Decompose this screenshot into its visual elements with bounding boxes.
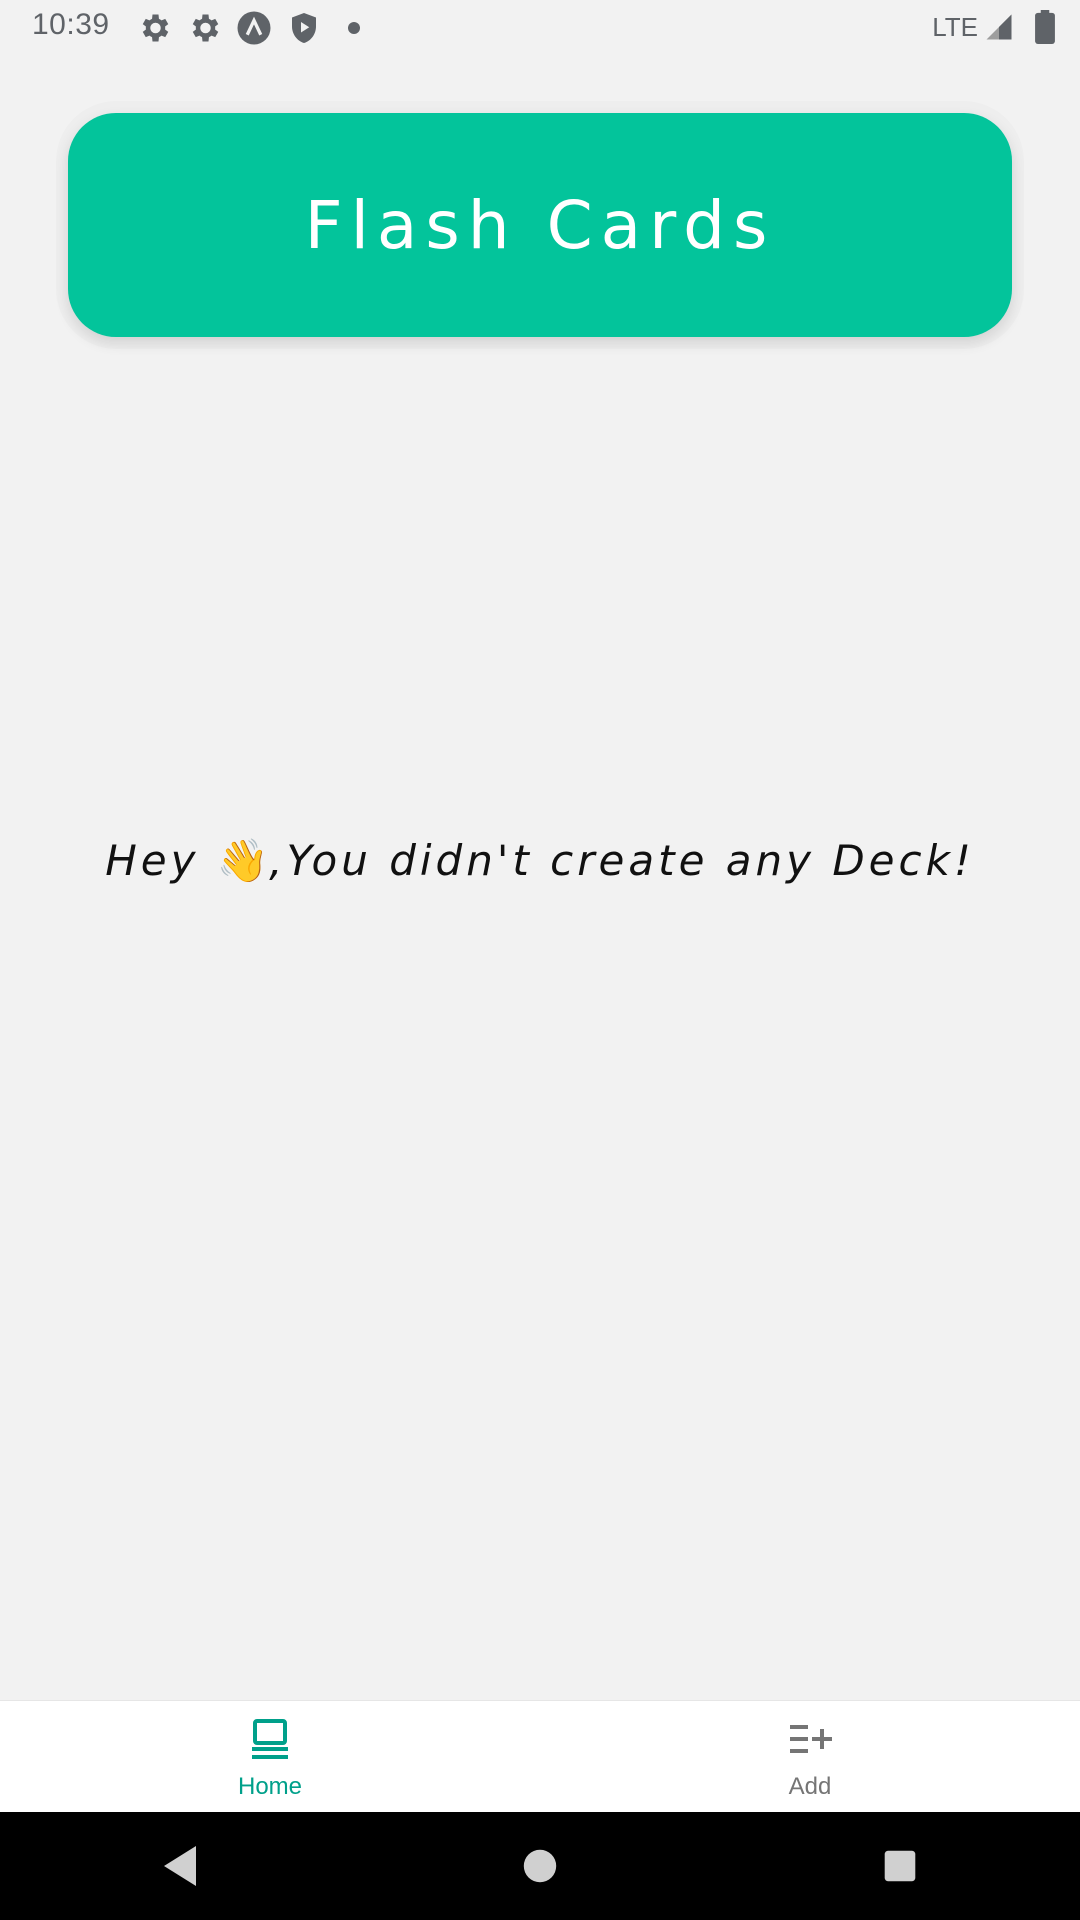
empty-state-message: Hey 👋,You didn't create any Deck! (0, 836, 1080, 886)
back-icon (164, 1846, 196, 1886)
shield-play-icon (292, 13, 316, 43)
settings-icon (192, 14, 219, 42)
signal-icon (986, 14, 1012, 40)
dot-icon (348, 22, 360, 34)
status-time: 10:39 (32, 8, 110, 41)
system-navigation-bar (0, 1812, 1080, 1920)
bottom-navigation: Home Add (0, 1700, 1080, 1813)
system-indicators: LTE (932, 10, 1056, 44)
empty-state-text: ,You didn't create any Deck! (269, 836, 975, 885)
nav-tab-home-label: Home (237, 1773, 303, 1800)
page-title: Flash Cards (304, 186, 776, 264)
waving-hand-icon: 👋 (216, 836, 270, 885)
playlist-add-icon (790, 1725, 832, 1753)
assistant-icon (237, 11, 271, 45)
settings-icon (142, 14, 169, 42)
nav-tab-add[interactable]: Add (540, 1701, 1080, 1813)
nav-tab-add-label: Add (788, 1773, 832, 1800)
nav-tab-home[interactable]: Home (0, 1701, 540, 1813)
network-type: LTE (932, 11, 978, 42)
home-icon (523, 1849, 557, 1883)
cards-icon (252, 1719, 288, 1759)
status-bar: 10:39 LTE (0, 0, 1080, 54)
recents-icon (884, 1850, 916, 1882)
empty-state-prefix: Hey (105, 836, 217, 885)
notification-icons (136, 10, 372, 46)
recents-button[interactable] (870, 1836, 930, 1896)
back-button[interactable] (150, 1836, 210, 1896)
battery-icon (1035, 10, 1055, 44)
home-button[interactable] (510, 1836, 570, 1896)
header-banner: Flash Cards (68, 113, 1012, 337)
